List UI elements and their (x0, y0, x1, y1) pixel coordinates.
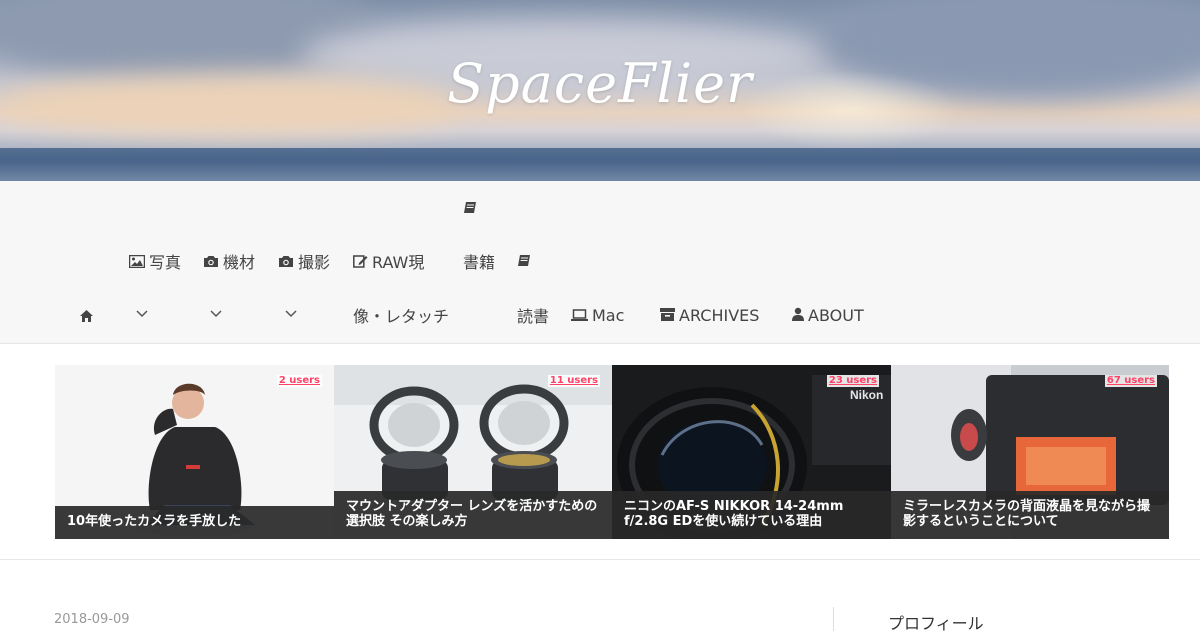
featured-card[interactable]: 11 users マウントアダプター レンズを活かすための選択肢 その楽しみ方 (334, 365, 612, 539)
nav-item-reading[interactable] (517, 253, 535, 273)
home-icon (79, 308, 94, 328)
sidebar-divider (833, 607, 834, 631)
nav-item-reading-label[interactable]: 読書 (517, 307, 549, 327)
hatena-users-badge[interactable]: 11 users (547, 375, 600, 387)
nav-item-label: ABOUT (808, 306, 864, 325)
nav-item-shooting[interactable]: 撮影 (278, 253, 330, 273)
image-icon (128, 253, 146, 273)
site-logo[interactable]: SpaceFlier (0, 52, 1200, 115)
header-banner: SpaceFlier (0, 0, 1200, 181)
card-caption: 10年使ったカメラを手放した (55, 506, 334, 539)
user-icon (792, 306, 804, 326)
edit-icon (353, 253, 368, 273)
nav-item-label: 機材 (223, 253, 256, 272)
camera-icon (278, 253, 294, 273)
post-date: 2018-09-09 (54, 612, 130, 627)
nav-item-books-label[interactable]: 書籍 (463, 253, 495, 273)
nav-home[interactable] (79, 308, 98, 328)
section-divider (0, 559, 1200, 560)
sidebar-title: プロフィール (888, 614, 984, 633)
nav-item-photo[interactable]: 写真 (128, 253, 182, 273)
hatena-users-badge[interactable]: 67 users (1104, 375, 1157, 387)
nav-item-gear[interactable]: 機材 (203, 253, 255, 273)
featured-card[interactable]: Nikon 23 users ニコンのAF-S NIKKOR 14-24mm f… (612, 365, 891, 539)
laptop-icon (571, 306, 588, 326)
camera-icon (203, 253, 219, 273)
nav-item-label: ARCHIVES (679, 306, 760, 325)
nav-item-raw-line2[interactable]: 像・レタッチ (353, 307, 449, 327)
svg-text:Nikon: Nikon (850, 388, 883, 402)
hatena-users-badge[interactable]: 2 users (276, 375, 322, 387)
banner-sea (0, 148, 1200, 181)
chevron-down-icon[interactable] (210, 307, 222, 322)
nav-item-label: 読書 (517, 307, 550, 326)
nav-item-about[interactable]: ABOUT (792, 306, 864, 326)
chevron-down-icon[interactable] (285, 307, 297, 322)
featured-card[interactable]: 67 users ミラーレスカメラの背面液晶を見ながら撮影するということについて (891, 365, 1169, 539)
nav-item-label: 写真 (149, 253, 182, 272)
hatena-users-badge[interactable]: 23 users (826, 375, 879, 387)
nav-item-label: 撮影 (298, 253, 331, 272)
archive-icon (660, 306, 675, 326)
nav-item-label: 書籍 (463, 253, 496, 272)
nav-item-raw[interactable]: RAW現 (353, 253, 424, 273)
main-navigation: 写真 機材 撮影 RAW現 像・レタッチ 書籍 読書 Mac ARCHIVES … (0, 181, 1200, 344)
book-icon (463, 200, 477, 220)
nav-item-label: 像・レタッチ (353, 307, 450, 326)
nav-item-books[interactable] (463, 200, 481, 220)
nav-item-label: RAW現 (372, 253, 425, 272)
book-icon (517, 253, 531, 273)
card-caption: ミラーレスカメラの背面液晶を見ながら撮影するということについて (891, 491, 1169, 539)
featured-posts: 2 users 10年使ったカメラを手放した 11 users マウントアダプタ… (55, 365, 1169, 539)
featured-card[interactable]: 2 users 10年使ったカメラを手放した (55, 365, 334, 539)
card-caption: マウントアダプター レンズを活かすための選択肢 その楽しみ方 (334, 491, 612, 539)
nav-item-archives[interactable]: ARCHIVES (660, 306, 759, 326)
chevron-down-icon[interactable] (136, 307, 148, 322)
card-caption: ニコンのAF-S NIKKOR 14-24mm f/2.8G EDを使い続けてい… (612, 491, 891, 539)
nav-item-mac[interactable]: Mac (571, 306, 624, 326)
nav-item-label: Mac (592, 306, 625, 325)
